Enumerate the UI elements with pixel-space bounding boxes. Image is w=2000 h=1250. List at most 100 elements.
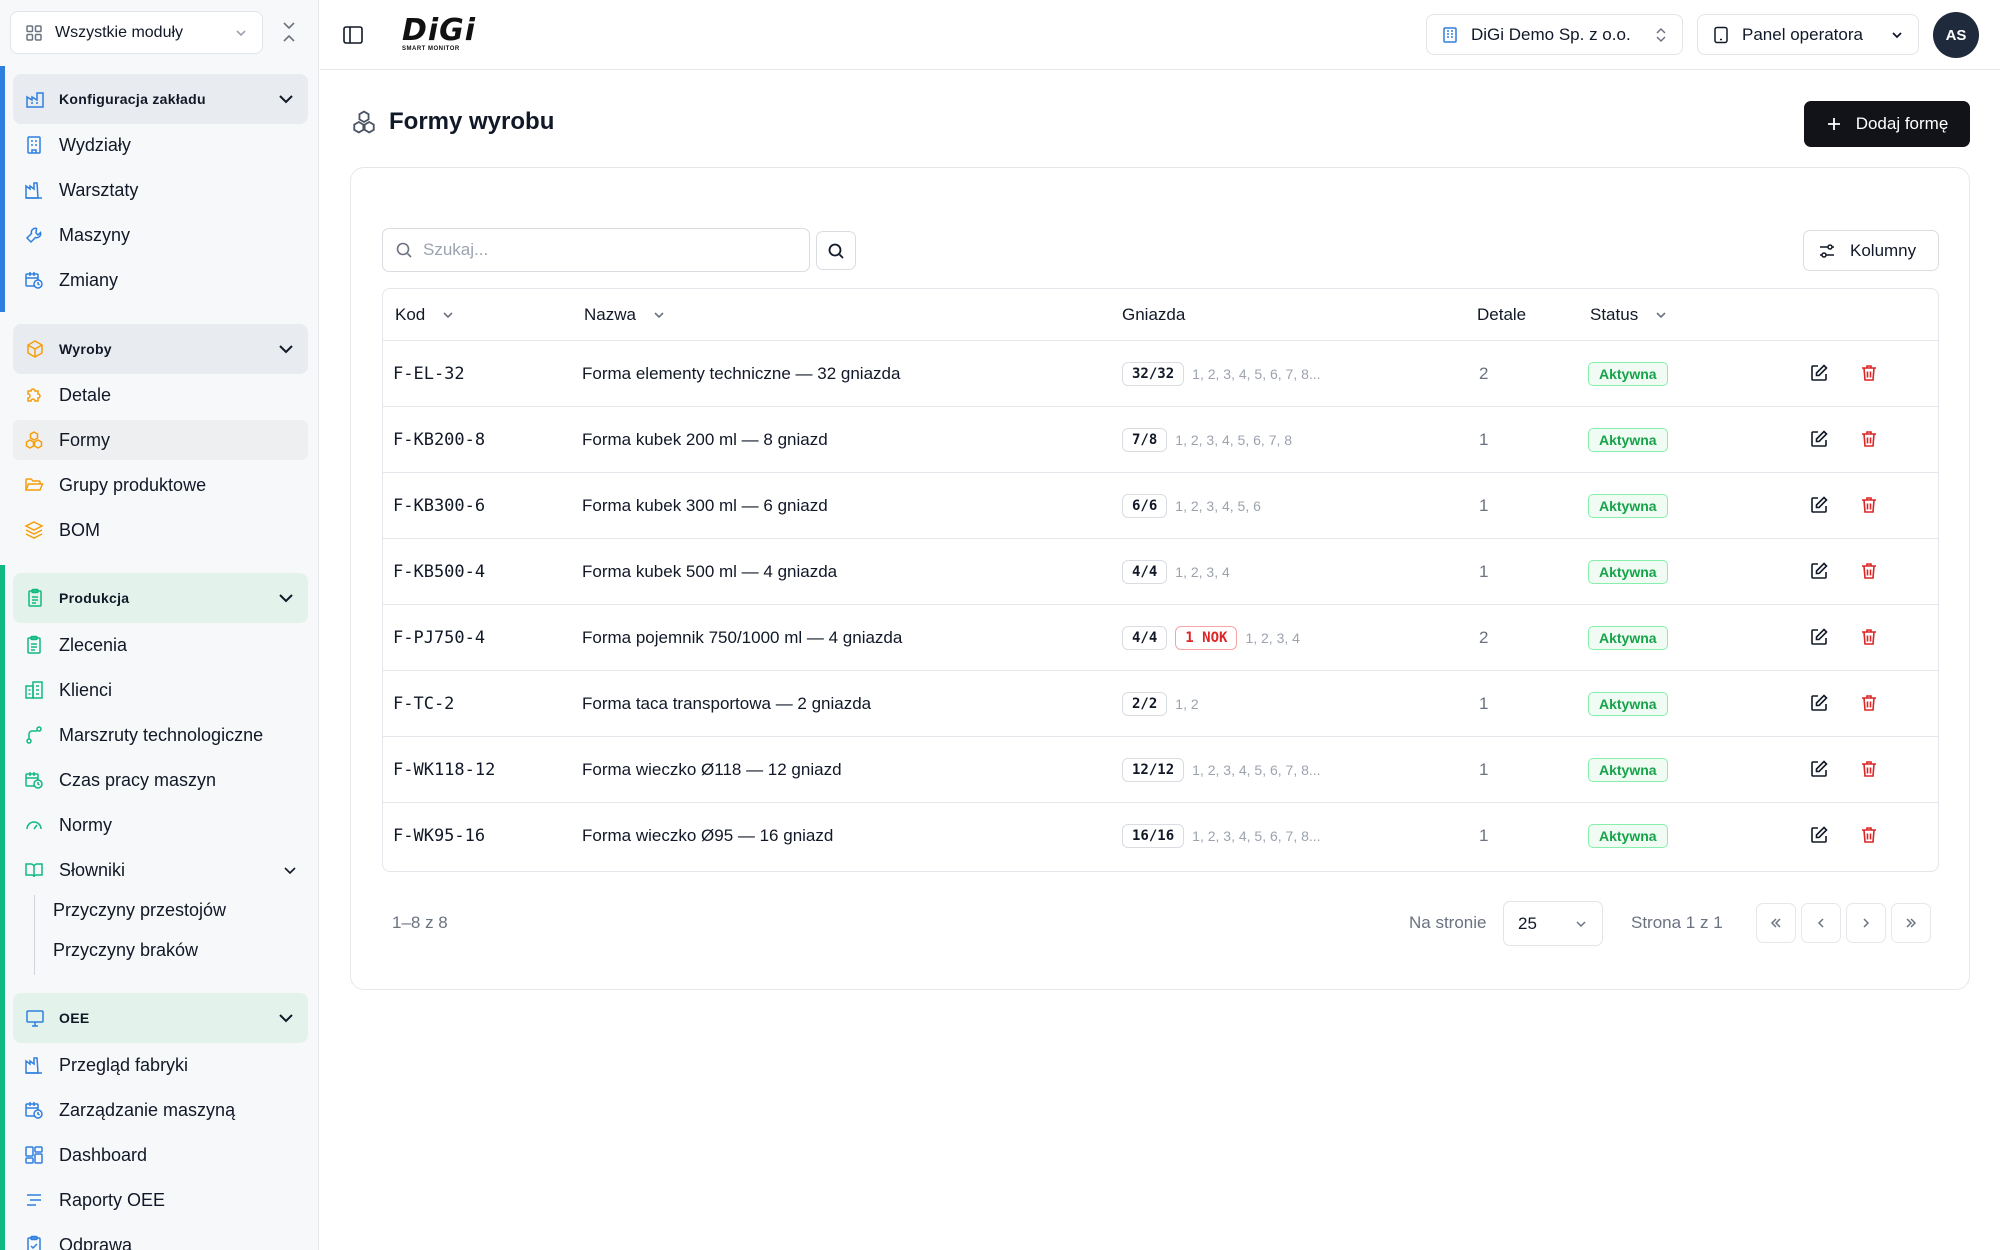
last-page-button[interactable]: [1891, 903, 1931, 943]
sidebar-subitem-przyczyny-przestojow[interactable]: Przyczyny przestojów: [53, 895, 226, 925]
header-label: Gniazda: [1122, 305, 1186, 324]
edit-icon: [1811, 760, 1828, 777]
columns-button[interactable]: Kolumny: [1803, 230, 1939, 271]
table-row[interactable]: F-EL-32 Forma elementy techniczne — 32 gn…: [383, 341, 1938, 407]
search-field[interactable]: [382, 228, 810, 272]
delete-button[interactable]: [1857, 691, 1881, 715]
calendar-clock-icon: [23, 1099, 45, 1121]
delete-button[interactable]: [1857, 427, 1881, 451]
delete-button[interactable]: [1857, 493, 1881, 517]
add-form-label: Dodaj formę: [1855, 114, 1949, 133]
nest-list: 1, 2, 3, 4: [1175, 563, 1230, 580]
factory-icon: [23, 1054, 45, 1076]
edit-button[interactable]: [1807, 427, 1831, 451]
sidebar-item-wydzialy[interactable]: Wydziały: [13, 125, 308, 165]
delete-button[interactable]: [1857, 823, 1881, 847]
edit-button[interactable]: [1807, 823, 1831, 847]
delete-button[interactable]: [1857, 757, 1881, 781]
header-name[interactable]: Nazwa: [584, 289, 666, 341]
cell-code: F-TC-2: [393, 693, 455, 714]
delete-button[interactable]: [1857, 625, 1881, 649]
search-input[interactable]: [423, 240, 783, 260]
table-row[interactable]: F-PJ750-4 Forma pojemnik 750/1000 ml — 4 …: [383, 605, 1938, 671]
sidebar-item-normy[interactable]: Normy: [13, 805, 308, 845]
operator-panel-select[interactable]: Panel operatora: [1697, 14, 1919, 55]
first-page-button[interactable]: [1756, 903, 1796, 943]
section-header-produkcja[interactable]: Produkcja: [13, 573, 308, 623]
status-badge: Aktywna: [1588, 757, 1668, 782]
clipboard-icon: [28, 588, 42, 607]
next-page-button[interactable]: [1846, 903, 1886, 943]
table-row[interactable]: F-KB500-4 Forma kubek 500 ml — 4 gniazda 4…: [383, 539, 1938, 605]
sidebar-item-label: Zlecenia: [59, 634, 128, 655]
gauge-icon: [23, 814, 45, 836]
submenu-line: [34, 895, 35, 975]
search-icon: [396, 242, 412, 258]
table-row[interactable]: F-WK95-16 Forma wieczko Ø95 — 16 gniazd 16…: [383, 803, 1938, 869]
prev-page-button[interactable]: [1801, 903, 1841, 943]
edit-button[interactable]: [1807, 757, 1831, 781]
chevron-down-icon: [1892, 31, 1902, 38]
sidebar-item-czas-pracy[interactable]: Czas pracy maszyn: [13, 760, 308, 800]
cell-status: Aktywna: [1588, 407, 1668, 472]
sidebar-item-warsztaty[interactable]: Warsztaty: [13, 170, 308, 210]
header-code[interactable]: Kod: [395, 289, 455, 341]
sidebar-item-raporty-oee[interactable]: Raporty OEE: [13, 1180, 308, 1220]
company-select[interactable]: DiGi Demo Sp. z o.o.: [1426, 14, 1683, 55]
section-title: Wyroby: [59, 341, 112, 357]
sidebar-subitem-przyczyny-brakow[interactable]: Przyczyny braków: [53, 935, 198, 965]
delete-button[interactable]: [1857, 361, 1881, 385]
sidebar-item-detale[interactable]: Detale: [13, 375, 308, 415]
cell-code: F-WK95-16: [393, 825, 486, 846]
module-select[interactable]: Wszystkie moduły: [10, 11, 263, 54]
avatar[interactable]: AS: [1933, 12, 1979, 58]
table-row[interactable]: F-KB200-8 Forma kubek 200 ml — 8 gniazd 7/…: [383, 407, 1938, 473]
header-status[interactable]: Status: [1590, 289, 1668, 341]
delete-button[interactable]: [1857, 559, 1881, 583]
nest-count-badge: 32/32: [1122, 361, 1185, 386]
sidebar-item-formy[interactable]: Formy: [13, 420, 308, 460]
nest-list: 1, 2, 3, 4, 5, 6, 7, 8...: [1192, 761, 1321, 778]
add-form-button[interactable]: Dodaj formę: [1804, 101, 1970, 147]
sidebar-item-dashboard[interactable]: Dashboard: [13, 1135, 308, 1175]
sidebar-item-odprawa[interactable]: Odprawa: [13, 1225, 308, 1250]
chevrons-left-icon: [1770, 918, 1781, 928]
per-page-select[interactable]: 25: [1503, 901, 1603, 946]
sidebar-toggle-icon[interactable]: [342, 24, 364, 46]
section-header-oee[interactable]: OEE: [13, 993, 308, 1043]
boxes-icon: [353, 110, 375, 134]
edit-button[interactable]: [1807, 625, 1831, 649]
sidebar-item-przeglad-fabryki[interactable]: Przegląd fabryki: [13, 1045, 308, 1085]
edit-button[interactable]: [1807, 559, 1831, 583]
header-label: Kod: [395, 305, 426, 324]
chevron-down-icon: [284, 867, 296, 875]
sidebar-item-zmiany[interactable]: Zmiany: [13, 260, 308, 300]
nest-list: 1, 2, 3, 4: [1245, 629, 1300, 646]
sidebar-item-marszruty[interactable]: Marszruty technologiczne: [13, 715, 308, 755]
cell-details: 2: [1479, 627, 1489, 647]
edit-button[interactable]: [1807, 361, 1831, 385]
sidebar-item-slowniki[interactable]: Słowniki: [13, 850, 308, 890]
sidebar-item-zarzadzanie-maszyna[interactable]: Zarządzanie maszyną: [13, 1090, 308, 1130]
cell-details: 1: [1479, 429, 1489, 449]
monitor-icon: [26, 1010, 44, 1027]
edit-button[interactable]: [1807, 691, 1831, 715]
section-wyroby: Wyroby Detale Formy Grupy produktowe BOM: [0, 316, 318, 560]
sidebar-item-grupy-produktowe[interactable]: Grupy produktowe: [13, 465, 308, 505]
search-button[interactable]: [816, 231, 856, 270]
table-row[interactable]: F-WK118-12 Forma wieczko Ø118 — 12 gniazd…: [383, 737, 1938, 803]
section-header-konfiguracja[interactable]: Konfiguracja zakładu: [13, 74, 308, 124]
table-row[interactable]: F-TC-2 Forma taca transportowa — 2 gniazd…: [383, 671, 1938, 737]
sidebar-item-zlecenia[interactable]: Zlecenia: [13, 625, 308, 665]
edit-icon: [1811, 430, 1828, 447]
collapse-all-icon[interactable]: [278, 20, 300, 44]
cell-status: Aktywna: [1588, 737, 1668, 802]
sidebar-item-bom[interactable]: BOM: [13, 510, 308, 550]
sidebar-item-maszyny[interactable]: Maszyny: [13, 215, 308, 255]
table-row[interactable]: F-KB300-6 Forma kubek 300 ml — 6 gniazd 6/…: [383, 473, 1938, 539]
wrench-icon: [23, 224, 45, 246]
section-header-wyroby[interactable]: Wyroby: [13, 324, 308, 374]
sidebar-item-klienci[interactable]: Klienci: [13, 670, 308, 710]
edit-button[interactable]: [1807, 493, 1831, 517]
section-bar: [0, 66, 5, 312]
